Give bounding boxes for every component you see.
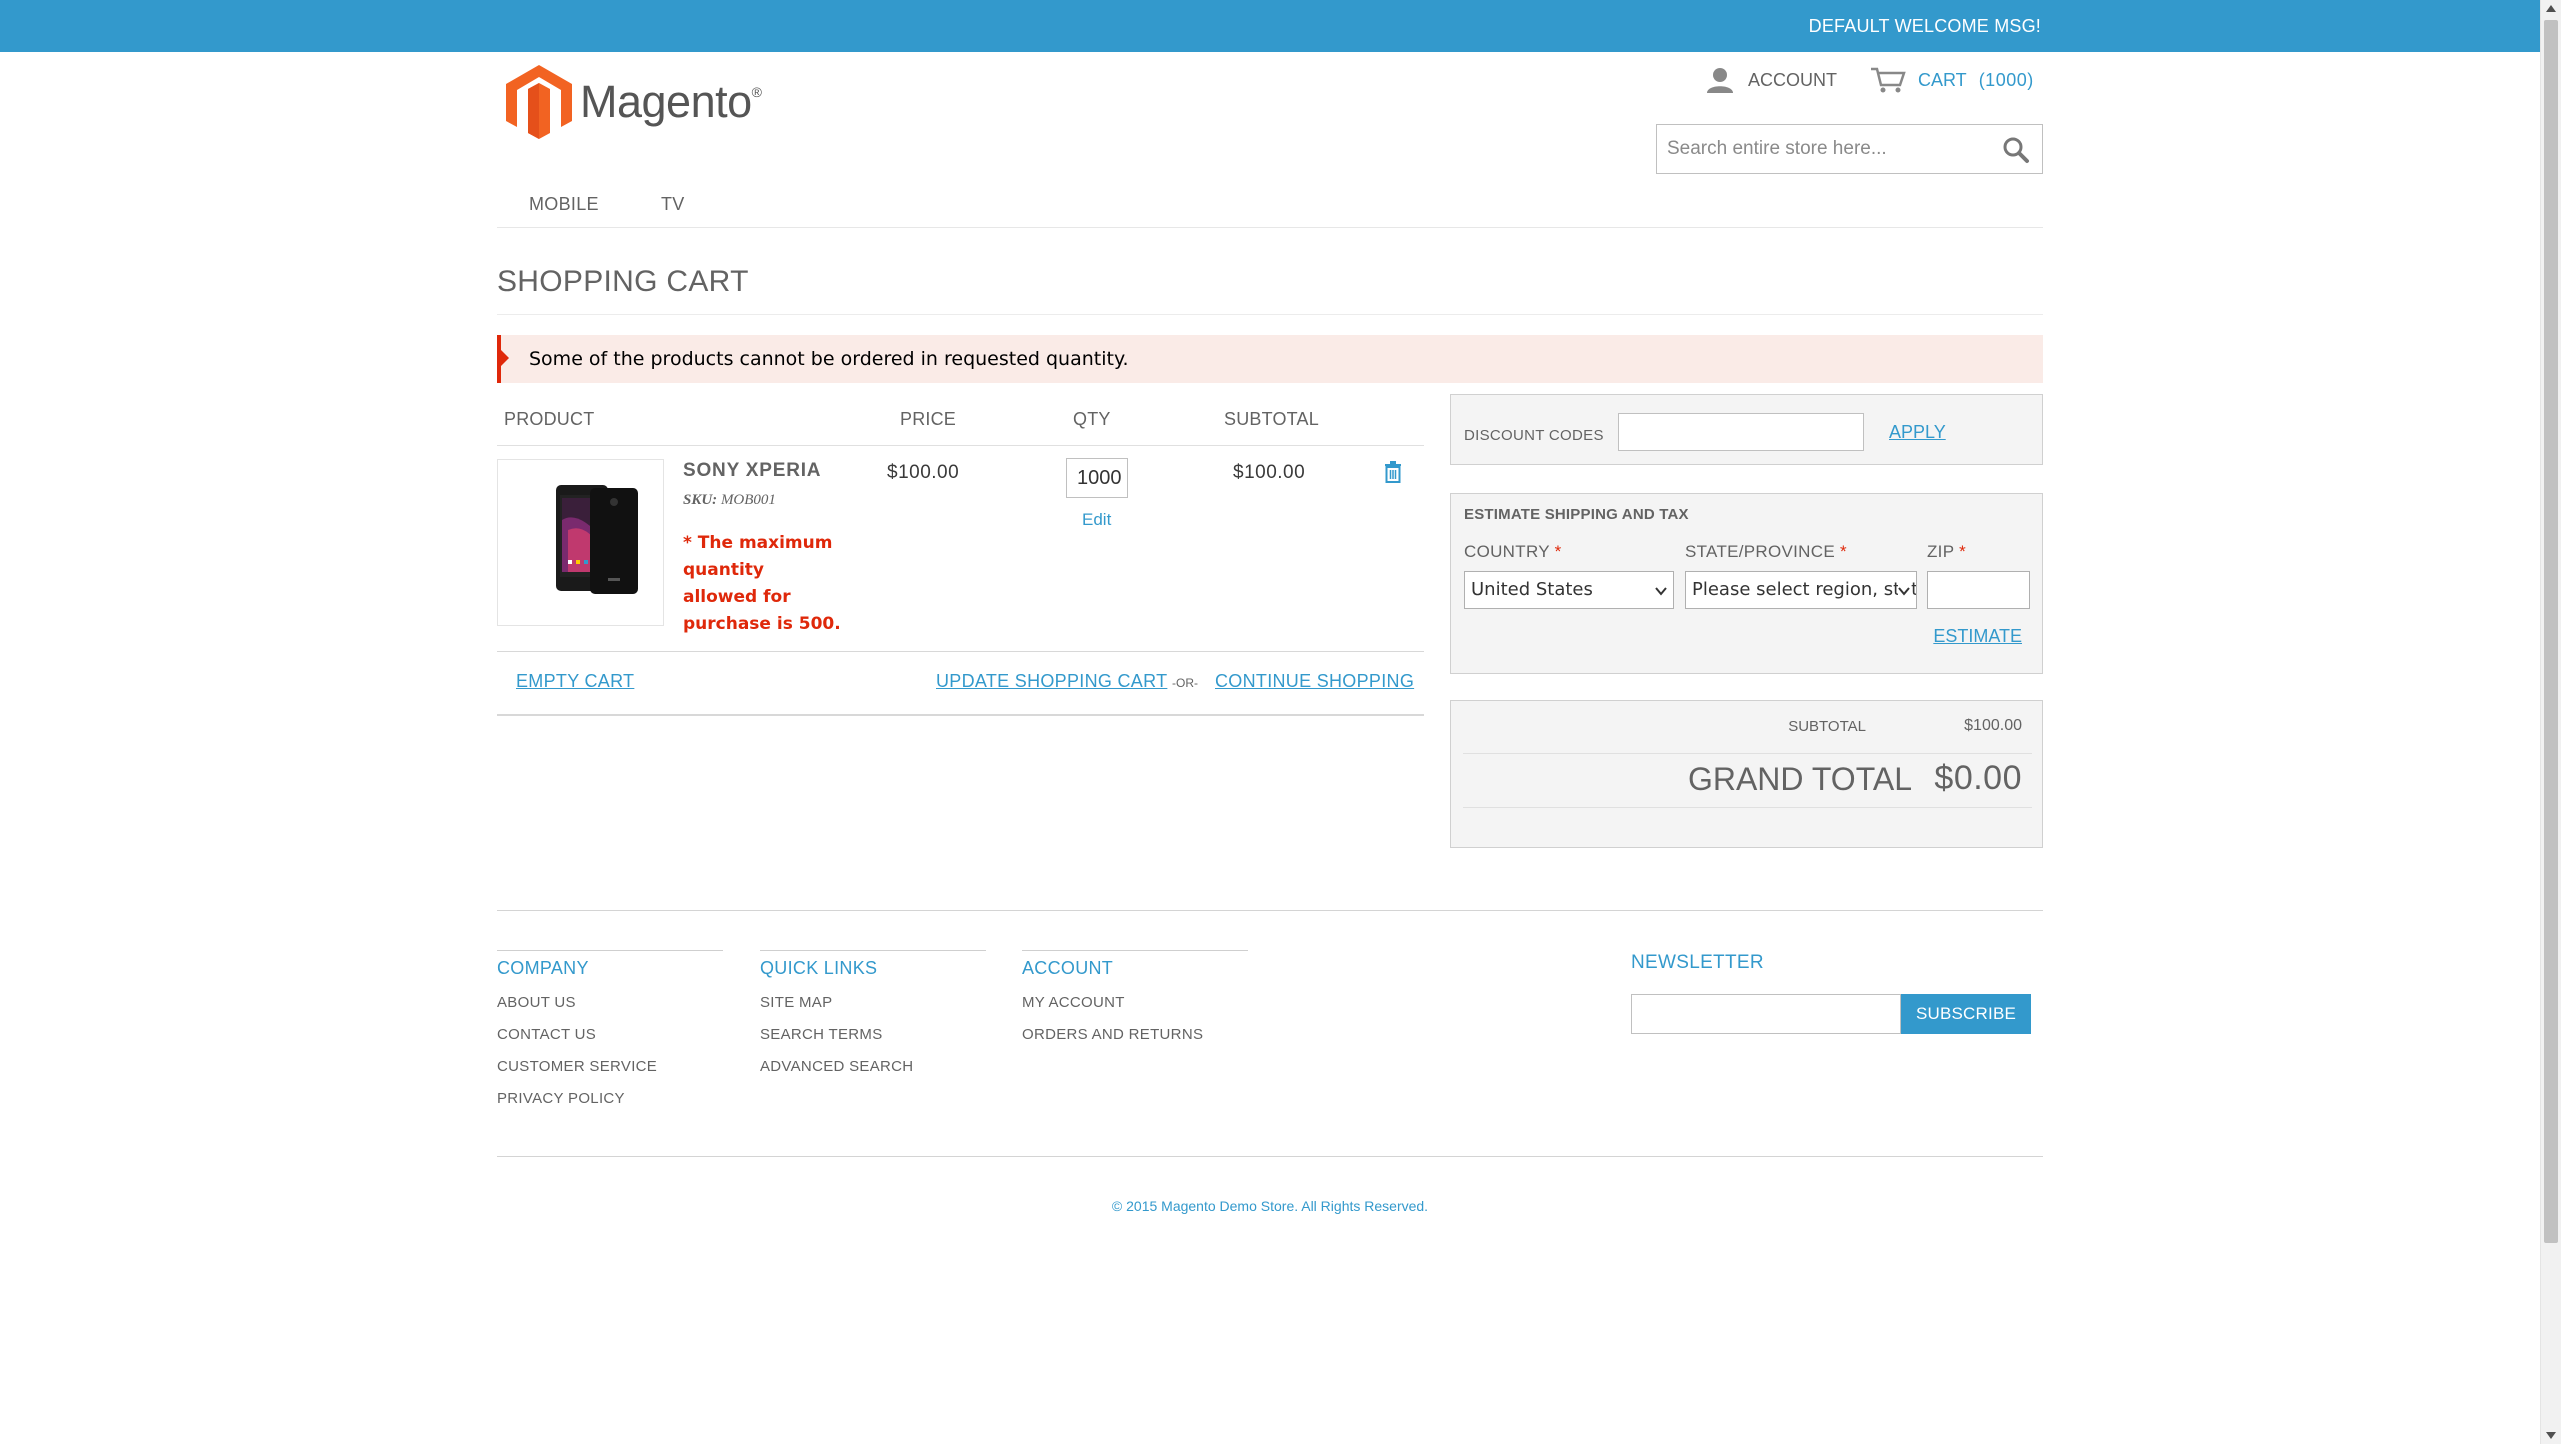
discount-code-input[interactable]: [1618, 413, 1864, 451]
logo-wordmark: Magento®: [580, 76, 762, 127]
column-header-product: PRODUCT: [504, 409, 595, 429]
totals-divider: [1463, 807, 2032, 808]
magento-logo-icon: [506, 65, 572, 139]
discount-panel: DISCOUNT CODES APPLY: [1450, 394, 2043, 465]
footer-column-company: COMPANY ABOUT US CONTACT US CUSTOMER SER…: [497, 950, 723, 1115]
update-cart-button[interactable]: UPDATE SHOPPING CART: [936, 671, 1167, 692]
account-link[interactable]: ACCOUNT: [1706, 64, 1837, 96]
discount-label: DISCOUNT CODES: [1464, 427, 1604, 444]
zip-input[interactable]: [1927, 571, 2030, 609]
footer-heading: COMPANY: [497, 958, 589, 978]
footer-link-orders-and-returns[interactable]: ORDERS AND RETURNS: [1022, 1019, 1248, 1051]
footer-link-customer-service[interactable]: CUSTOMER SERVICE: [497, 1051, 723, 1083]
nav-item-tv[interactable]: TV: [661, 194, 685, 215]
totals-panel: SUBTOTAL $100.00 GRAND TOTAL $0.00: [1450, 700, 2043, 848]
country-label: COUNTRY *: [1464, 542, 1562, 561]
footer-link-contact-us[interactable]: CONTACT US: [497, 1019, 723, 1051]
state-select[interactable]: Please select region, state or province: [1685, 571, 1917, 609]
error-message: Some of the products cannot be ordered i…: [497, 335, 2043, 383]
chevron-down-icon: [1655, 587, 1667, 596]
or-separator: -OR-: [1172, 676, 1198, 690]
country-select[interactable]: United States: [1464, 571, 1674, 609]
footer-heading: ACCOUNT: [1022, 958, 1114, 978]
store-logo[interactable]: Magento®: [506, 64, 762, 140]
error-message-text: Some of the products cannot be ordered i…: [529, 348, 1129, 370]
trash-icon[interactable]: [1384, 461, 1402, 483]
search-box: [1656, 124, 2043, 174]
nav-item-mobile[interactable]: MOBILE: [529, 194, 599, 215]
column-header-price: PRICE: [900, 409, 957, 429]
grand-total-label: GRAND TOTAL: [1687, 761, 1912, 797]
estimate-button[interactable]: ESTIMATE: [1933, 626, 2022, 647]
state-value: Please select region, state or province: [1692, 579, 1916, 600]
estimate-shipping-panel: ESTIMATE SHIPPING AND TAX COUNTRY * STAT…: [1450, 493, 2043, 674]
top-bar: DEFAULT WELCOME MSG!: [0, 0, 2540, 52]
main-navigation: MOBILE TV: [497, 186, 2043, 228]
account-icon: [1707, 68, 1733, 93]
scroll-thumb[interactable]: [2544, 20, 2558, 1243]
product-error-message: * The maximum quantity allowed for purch…: [683, 533, 841, 634]
cart-icon: [1871, 67, 1906, 93]
edit-item-link[interactable]: Edit: [1082, 510, 1111, 530]
footer-link-about-us[interactable]: ABOUT US: [497, 987, 723, 1019]
footer-link-advanced-search[interactable]: ADVANCED SEARCH: [760, 1051, 986, 1083]
scroll-up-arrow-icon[interactable]: [2546, 5, 2556, 12]
copyright-text: © 2015 Magento Demo Store. All Rights Re…: [1111, 1198, 1429, 1214]
grand-total-value: $0.00: [1934, 759, 2022, 797]
newsletter-email-input[interactable]: [1631, 994, 1901, 1034]
error-marker-icon: [501, 350, 509, 366]
page-title: SHOPPING CART: [497, 265, 749, 298]
product-sku: SKU: MOB001: [683, 492, 776, 508]
title-divider: [497, 314, 2043, 315]
cart-row-divider: [497, 651, 1424, 652]
welcome-message: DEFAULT WELCOME MSG!: [1808, 16, 2041, 36]
cart-count: (1000): [1978, 69, 2034, 90]
totals-divider: [1463, 753, 2032, 754]
scroll-down-arrow-icon[interactable]: [2546, 1432, 2556, 1439]
continue-shopping-button[interactable]: CONTINUE SHOPPING: [1215, 671, 1414, 692]
phone-image-icon: [556, 485, 638, 594]
footer-column-quick-links: QUICK LINKS SITE MAP SEARCH TERMS ADVANC…: [760, 950, 986, 1083]
subtotal-label: SUBTOTAL: [1788, 718, 1866, 735]
search-icon[interactable]: [2002, 136, 2030, 164]
vertical-scrollbar[interactable]: [2540, 0, 2561, 1444]
apply-discount-button[interactable]: APPLY: [1889, 422, 1946, 443]
cart-link[interactable]: CART (1000): [1870, 64, 2034, 96]
zip-label: ZIP *: [1927, 542, 1966, 561]
table-header-divider: [497, 445, 1424, 446]
subtotal-value: $100.00: [1964, 717, 2022, 734]
product-price: $100.00: [887, 462, 960, 483]
footer-bottom-divider: [497, 1156, 2043, 1157]
footer-divider: [497, 910, 2043, 911]
column-header-subtotal: SUBTOTAL: [1224, 409, 1319, 429]
product-name[interactable]: SONY XPERIA: [683, 460, 821, 482]
subscribe-button[interactable]: SUBSCRIBE: [1901, 994, 2031, 1034]
cart-label: CART: [1918, 69, 1967, 90]
chevron-down-icon: [1898, 585, 1910, 597]
state-label: STATE/PROVINCE *: [1685, 542, 1847, 561]
product-subtotal: $100.00: [1233, 462, 1306, 483]
product-image[interactable]: [497, 459, 664, 626]
newsletter-title: NEWSLETTER: [1631, 952, 1764, 973]
footer-column-account: ACCOUNT MY ACCOUNT ORDERS AND RETURNS: [1022, 950, 1248, 1051]
quantity-input[interactable]: 1000: [1066, 458, 1128, 498]
footer-link-privacy-policy[interactable]: PRIVACY POLICY: [497, 1083, 723, 1115]
account-label: ACCOUNT: [1748, 69, 1837, 90]
cart-actions-divider: [497, 714, 1424, 716]
search-input[interactable]: [1667, 133, 1987, 165]
quantity-value: 1000: [1077, 467, 1122, 489]
empty-cart-button[interactable]: EMPTY CART: [516, 671, 634, 692]
footer-heading: QUICK LINKS: [760, 958, 878, 978]
footer-link-search-terms[interactable]: SEARCH TERMS: [760, 1019, 986, 1051]
shipping-title: ESTIMATE SHIPPING AND TAX: [1464, 506, 1689, 523]
column-header-qty: QTY: [1073, 409, 1111, 429]
country-value: United States: [1471, 579, 1593, 600]
footer-link-site-map[interactable]: SITE MAP: [760, 987, 986, 1019]
footer-link-my-account[interactable]: MY ACCOUNT: [1022, 987, 1248, 1019]
